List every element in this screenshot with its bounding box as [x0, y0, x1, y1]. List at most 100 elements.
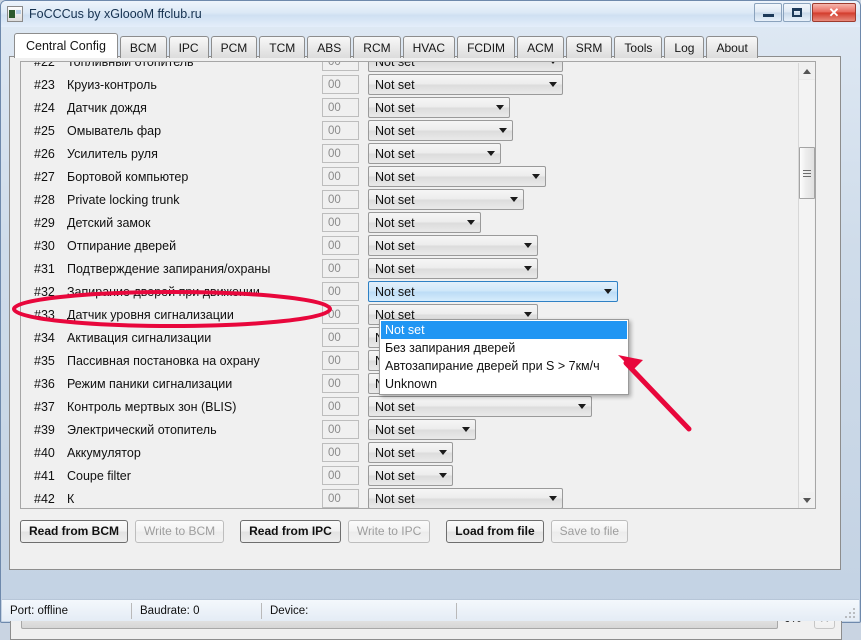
settings-rows: #22 Топливный отопитель 00 Not set #23 Круиз-…: [21, 62, 799, 508]
tab-strip: Central Config BCM IPC PCM TCM ABS RCM HVAC FCDI…: [14, 33, 760, 58]
tab-hvac[interactable]: HVAC: [402, 36, 456, 58]
save-to-file-button: Save to file: [550, 519, 629, 543]
row-index-label: #34: [34, 330, 55, 345]
row-hex-value-field[interactable]: 00: [322, 236, 359, 255]
row-description-label: Омыватель фар: [67, 123, 162, 138]
combobox-selected-label: Not set: [375, 169, 415, 184]
row-value-combobox[interactable]: Not set: [368, 62, 563, 72]
load-from-file-button[interactable]: Load from file: [446, 519, 544, 543]
vertical-scrollbar[interactable]: [798, 63, 815, 508]
row-value-combobox[interactable]: Not set: [368, 120, 513, 141]
row-value-combobox[interactable]: Not set: [368, 189, 524, 210]
tab-label: About: [716, 40, 748, 55]
chevron-down-icon: [487, 151, 495, 156]
tab-label: Central Config: [26, 39, 106, 53]
row-index-label: #41: [34, 468, 55, 483]
row-value-combobox[interactable]: Not set: [368, 166, 546, 187]
row-hex-value-field[interactable]: 00: [322, 397, 359, 416]
row-hex-value-field[interactable]: 00: [322, 98, 359, 117]
tab-abs[interactable]: ABS: [307, 36, 352, 58]
combobox-selected-label: Not set: [375, 261, 415, 276]
write-to-ipc-button: Write to IPC: [347, 519, 431, 543]
read-from-bcm-button[interactable]: Read from BCM: [20, 519, 129, 543]
row-index-label: #35: [34, 353, 55, 368]
settings-row: #29 Детский замок 00 Not set: [21, 211, 799, 234]
row-value-combobox[interactable]: Not set: [368, 97, 510, 118]
row-hex-value-field[interactable]: 00: [322, 62, 359, 71]
row-hex-value-field[interactable]: 00: [322, 351, 359, 370]
row-hex-value-field[interactable]: 00: [322, 305, 359, 324]
dropdown-option[interactable]: Unknown: [381, 375, 627, 393]
row-description-label: Режим паники сигнализации: [67, 376, 233, 391]
minimize-button[interactable]: [754, 3, 782, 22]
dropdown-option[interactable]: Без запирания дверей: [381, 339, 627, 357]
dropdown-option[interactable]: Автозапирание дверей при S > 7км/ч: [381, 357, 627, 375]
row-value-combobox[interactable]: Not set: [368, 74, 563, 95]
tab-label: RCM: [363, 40, 391, 55]
tab-tools[interactable]: Tools: [614, 36, 663, 58]
combobox-dropdown-list[interactable]: Not set Без запирания дверей Автозапирание…: [379, 319, 629, 395]
grip-icon: [803, 168, 811, 179]
row-hex-value-field[interactable]: 00: [322, 144, 359, 163]
row-index-label: #39: [34, 422, 55, 437]
row-hex-value-field[interactable]: 00: [322, 121, 359, 140]
row-value-combobox[interactable]: Not set: [368, 235, 538, 256]
close-button[interactable]: ✕: [812, 3, 856, 22]
tab-pcm[interactable]: PCM: [210, 36, 258, 58]
row-index-label: #33: [34, 307, 55, 322]
row-value-combobox[interactable]: Not set: [368, 396, 592, 417]
tab-bcm[interactable]: BCM: [119, 36, 167, 58]
row-hex-value-field[interactable]: 00: [322, 489, 359, 508]
tab-ipc[interactable]: IPC: [168, 36, 209, 58]
row-hex-value-field[interactable]: 00: [322, 259, 359, 278]
row-hex-value-field[interactable]: 00: [322, 443, 359, 462]
row-value-combobox[interactable]: Not set: [368, 419, 476, 440]
dropdown-option[interactable]: Not set: [381, 321, 627, 339]
scrollbar-thumb[interactable]: [799, 147, 815, 199]
chevron-down-icon: [496, 105, 504, 110]
tab-about[interactable]: About: [706, 36, 758, 58]
settings-row: #28 Private locking trunk 00 Not set: [21, 188, 799, 211]
row-value-combobox[interactable]: Not set: [368, 281, 618, 302]
row-index-label: #28: [34, 192, 55, 207]
scroll-down-button[interactable]: [799, 492, 815, 508]
tab-fcdim[interactable]: FCDIM: [457, 36, 516, 58]
settings-row: #31 Подтверждение запирания/охраны 00 Not s…: [21, 257, 799, 280]
read-from-ipc-button[interactable]: Read from IPC: [240, 519, 341, 543]
row-value-combobox[interactable]: Not set: [368, 488, 563, 508]
tab-acm[interactable]: ACM: [517, 36, 564, 58]
resize-grip-icon[interactable]: [844, 607, 856, 619]
tab-rcm[interactable]: RCM: [353, 36, 401, 58]
row-value-combobox[interactable]: Not set: [368, 258, 538, 279]
combobox-selected-label: Not set: [375, 192, 415, 207]
application-window: FoCCCus by xGloooM ffclub.ru ✕ Central C…: [0, 0, 861, 640]
row-hex-value-field[interactable]: 00: [322, 282, 359, 301]
row-hex-value-field[interactable]: 00: [322, 190, 359, 209]
row-hex-value-field[interactable]: 00: [322, 213, 359, 232]
tab-tcm[interactable]: TCM: [259, 36, 306, 58]
row-index-label: #31: [34, 261, 55, 276]
row-hex-value-field[interactable]: 00: [322, 466, 359, 485]
maximize-button[interactable]: [783, 3, 811, 22]
tab-srm[interactable]: SRM: [565, 36, 613, 58]
row-index-label: #40: [34, 445, 55, 460]
row-value-combobox[interactable]: Not set: [368, 465, 453, 486]
tab-log[interactable]: Log: [664, 36, 705, 58]
row-value-combobox[interactable]: Not set: [368, 212, 481, 233]
row-hex-value-field[interactable]: 00: [322, 75, 359, 94]
chevron-down-icon: [803, 498, 811, 503]
row-value-combobox[interactable]: Not set: [368, 143, 501, 164]
row-hex-value-field[interactable]: 00: [322, 374, 359, 393]
tab-central-config[interactable]: Central Config: [14, 33, 118, 58]
scroll-up-button[interactable]: [799, 63, 815, 80]
tab-label: ACM: [527, 40, 554, 55]
status-baudrate: Baudrate: 0: [132, 602, 262, 619]
row-hex-value-field[interactable]: 00: [322, 328, 359, 347]
chevron-down-icon: [549, 82, 557, 87]
row-value-combobox[interactable]: Not set: [368, 442, 453, 463]
combobox-selected-label: Not set: [375, 468, 415, 483]
row-description-label: Private locking trunk: [67, 192, 180, 207]
row-hex-value-field[interactable]: 00: [322, 420, 359, 439]
row-index-label: #26: [34, 146, 55, 161]
row-hex-value-field[interactable]: 00: [322, 167, 359, 186]
